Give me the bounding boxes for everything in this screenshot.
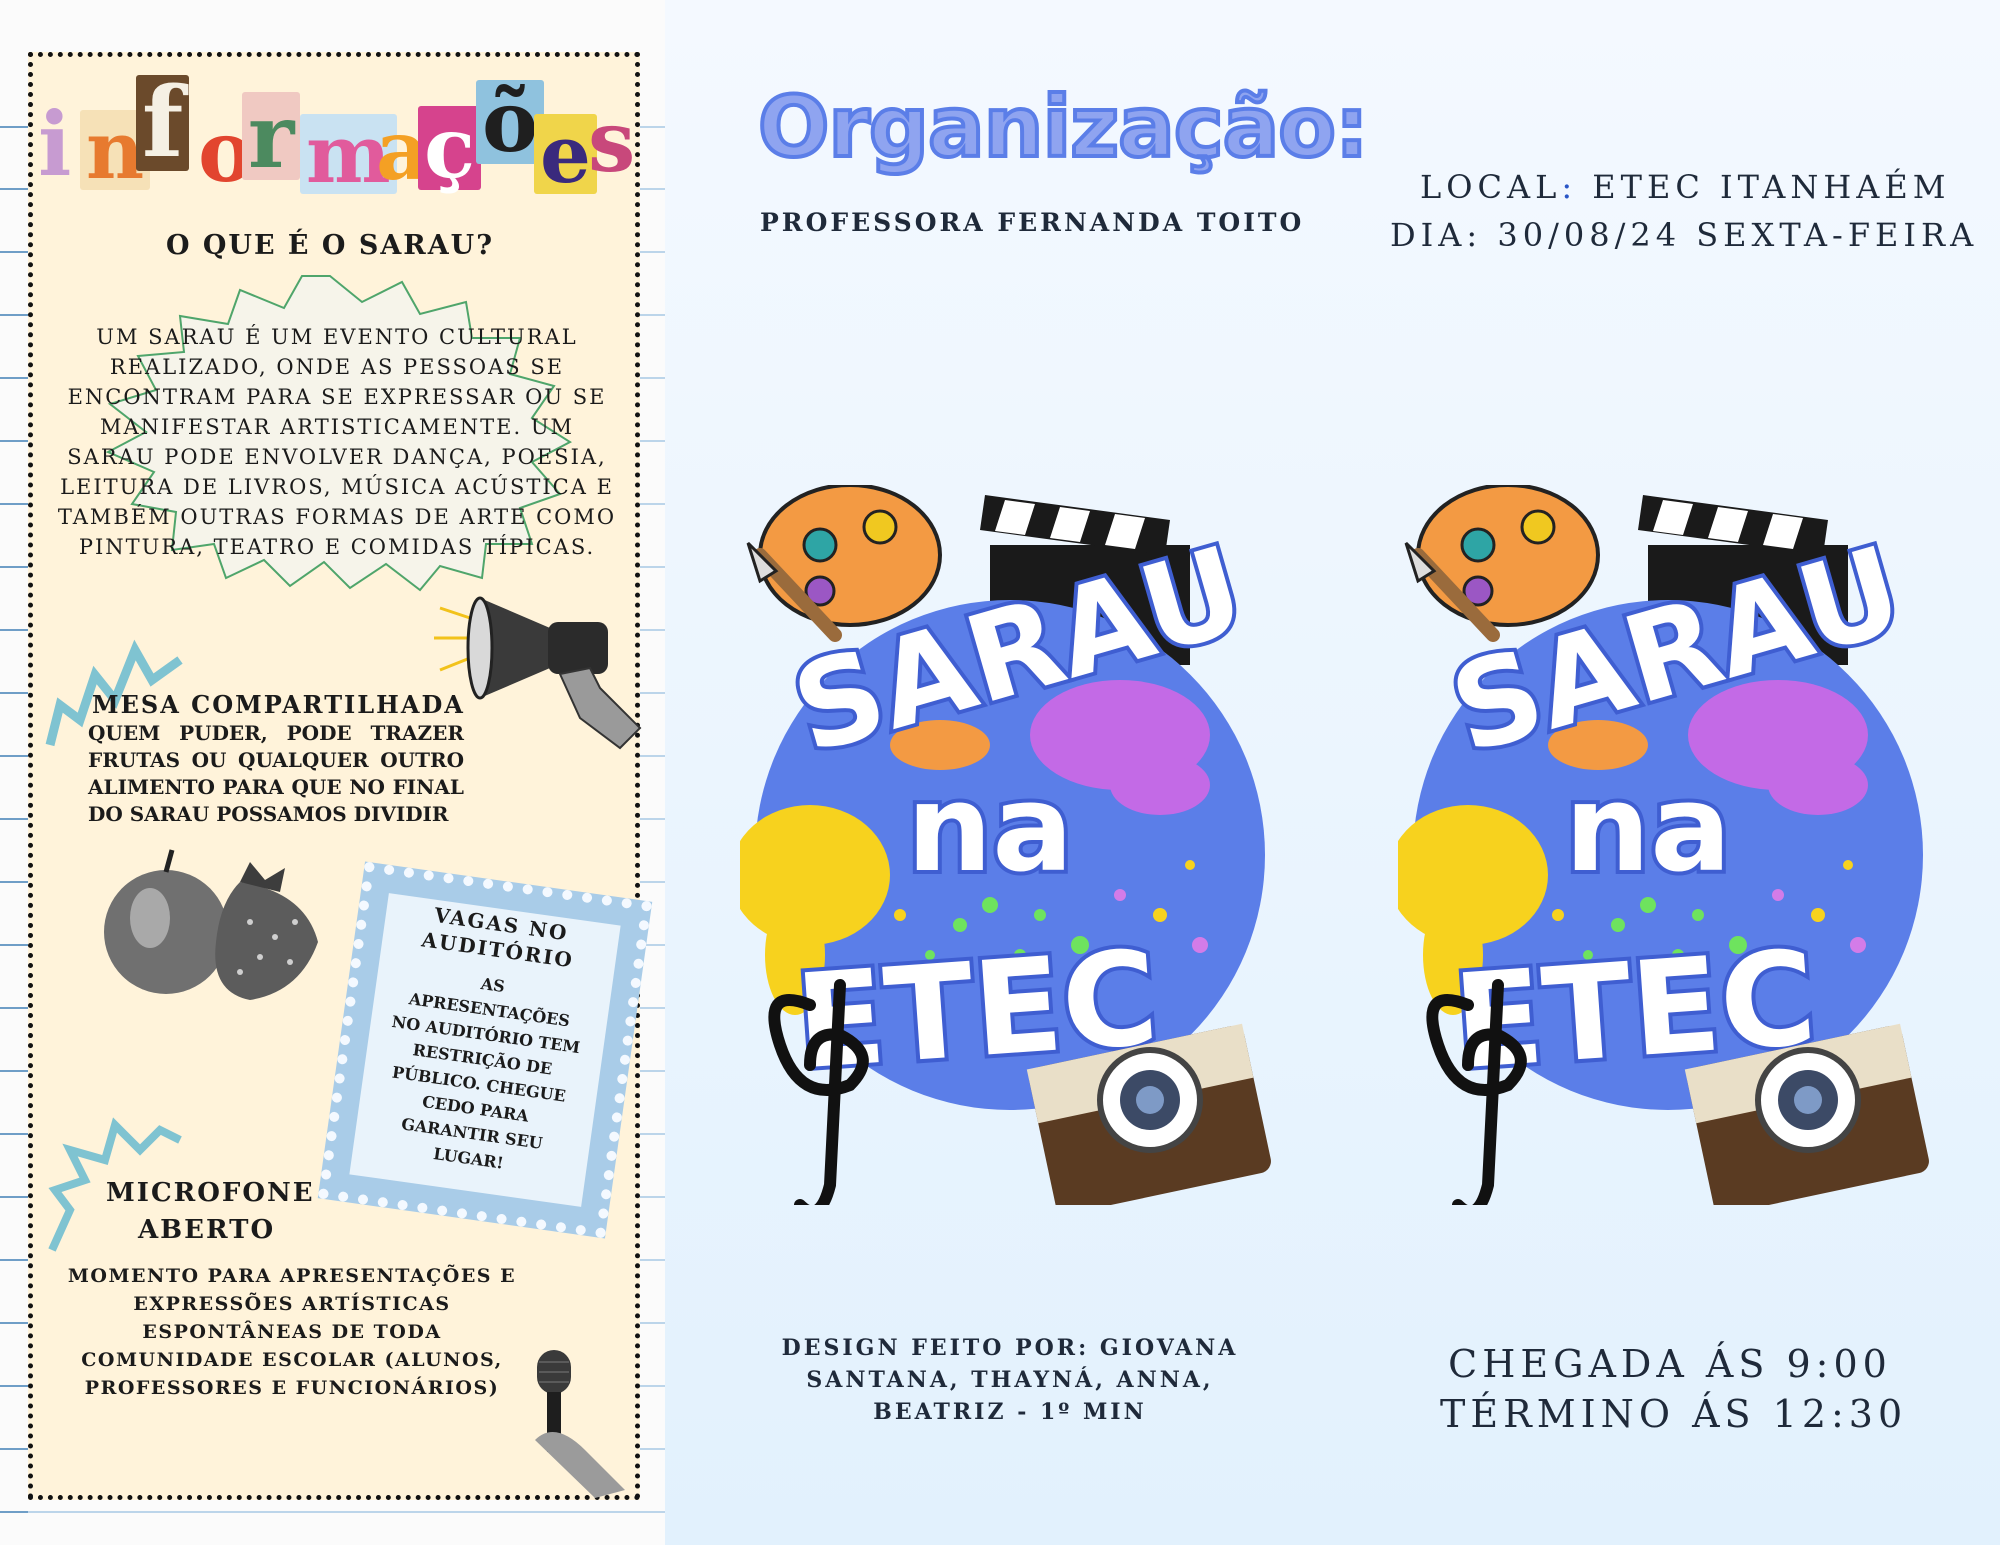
logo-line-na: na	[1565, 760, 1731, 899]
organizacao-name: PROFESSORA FERNANDA TOITO	[760, 208, 1305, 237]
design-credit: DESIGN FEITO POR: GIOVANA SANTANA, THAYN…	[781, 1335, 1239, 1425]
vagas-content: VAGAS NO AUDITÓRIO AS APRESENTAÇÕES NO A…	[363, 897, 607, 1186]
local-line: LOCAL: ETEC ITANHAÉM	[1420, 168, 1950, 206]
title-letter: ç	[418, 106, 482, 190]
sarau-logo-duplicate: SARAU na ETEC	[1398, 485, 1929, 1205]
sarau-description: UM SARAU É UM EVENTO CULTURAL REALIZADO,…	[57, 325, 617, 559]
mesa-heading: MESA COMPARTILHADA	[92, 690, 465, 719]
vagas-description: AS APRESENTAÇÕES NO AUDITÓRIO TEM RESTRI…	[390, 973, 582, 1173]
info-title: i n f o r m a ç õ e s	[32, 70, 642, 220]
microfone-description: MOMENTO PARA APRESENTAÇÕES E EXPRESSÕES …	[67, 1265, 517, 1399]
sarau-heading: O QUE É O SARAU?	[165, 230, 495, 261]
title-letter: f	[136, 75, 190, 171]
title-letter: i	[38, 92, 72, 196]
date-line: DIA: 30/08/24 SEXTA-FEIRA	[1390, 216, 1979, 254]
logo-line-na: na	[907, 760, 1073, 899]
organizacao-title: Organização:	[756, 76, 1371, 178]
title-letter: r	[242, 92, 301, 180]
title-letter: s	[588, 92, 636, 191]
apple-strawberry-icon	[104, 849, 318, 1000]
end-time: TÉRMINO ÁS 12:30	[1440, 1392, 1908, 1436]
microphone-icon	[535, 1350, 625, 1498]
microfone-heading-2: ABERTO	[138, 1215, 276, 1245]
arrival-time: CHEGADA ÁS 9:00	[1448, 1342, 1892, 1386]
mesa-description: QUEM PUDER, PODE TRAZER FRUTAS OU QUALQU…	[88, 721, 464, 826]
microfone-heading-1: MICROFONE	[106, 1178, 315, 1208]
sarau-logo: SARAU na ETEC	[740, 485, 1271, 1205]
local-separator: :	[1561, 168, 1578, 206]
local-value: ETEC ITANHAÉM	[1577, 168, 1951, 206]
local-label: LOCAL	[1420, 168, 1562, 206]
